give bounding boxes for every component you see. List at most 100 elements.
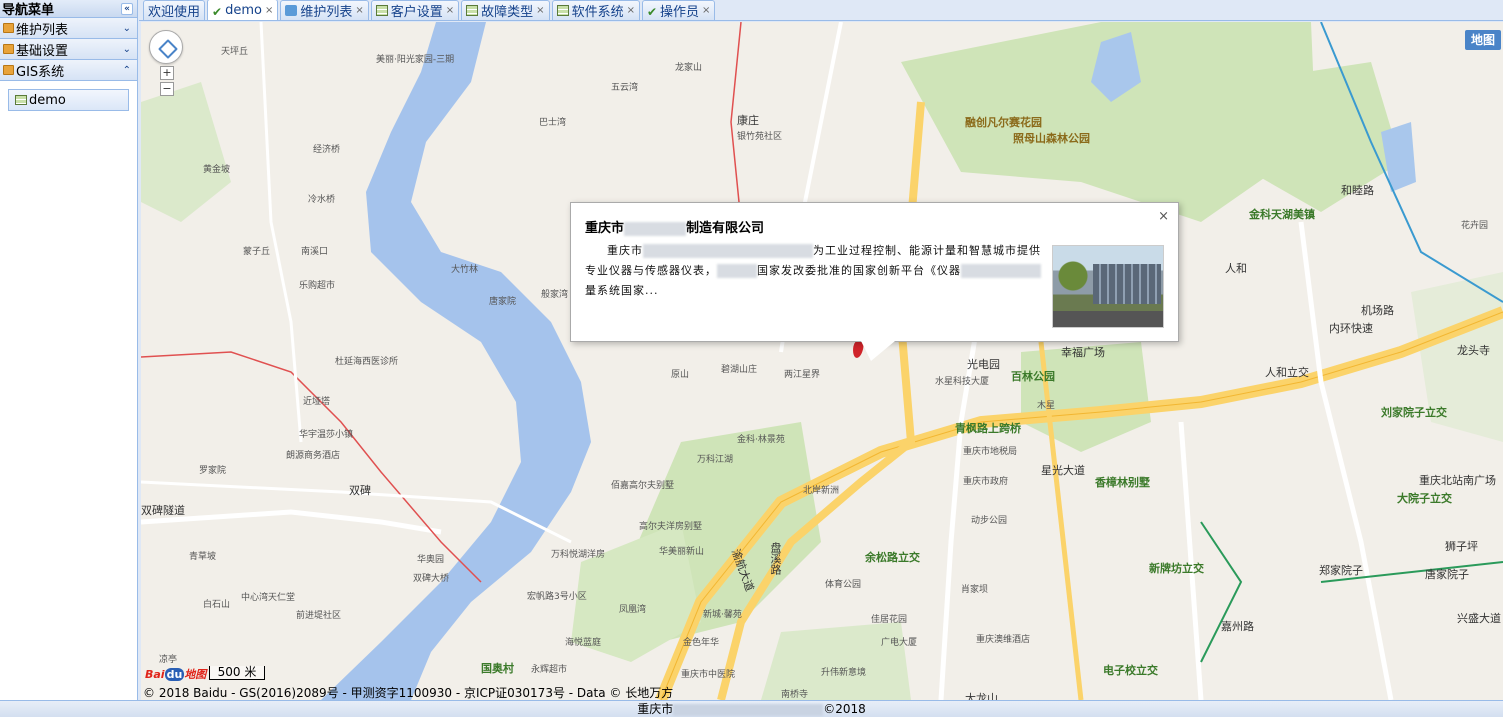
map-label: 宏帆路3号小区	[527, 592, 587, 602]
map-label: 人和	[1225, 262, 1247, 275]
map-label: 体育公园	[825, 580, 862, 590]
grid-icon	[466, 5, 479, 16]
sidebar-item-demo[interactable]: demo	[8, 89, 129, 111]
redacted-region	[643, 244, 813, 258]
map-label: 乐购超市	[299, 281, 336, 291]
map-label: 大龙山	[965, 692, 998, 700]
map-label: 刘家院子立交	[1381, 406, 1447, 419]
map-label: 新牌坊立交	[1149, 562, 1204, 575]
tab-software-systems[interactable]: 软件系统 ×	[551, 0, 640, 20]
chevron-down-icon: ⌄	[122, 43, 131, 55]
grid-icon	[556, 5, 569, 16]
folder-icon	[3, 44, 14, 54]
tab-label: 软件系统	[571, 5, 624, 20]
sidebar-section-maintenance[interactable]: 维护列表 ⌄	[0, 18, 137, 39]
map-label: 双碑大桥	[413, 574, 450, 584]
tab-label: demo	[225, 2, 262, 18]
close-icon[interactable]: ×	[1158, 209, 1169, 224]
sidebar-section-basic-settings[interactable]: 基础设置 ⌄	[0, 39, 137, 60]
map-label: 兴盛大道	[1457, 612, 1501, 625]
folder-icon	[3, 23, 14, 33]
map-label: 朗源商务酒店	[286, 451, 341, 461]
map-label: 凤凰湾	[619, 605, 647, 615]
map-label: 和睦路	[1341, 184, 1374, 197]
map-label: 凉亭	[159, 655, 178, 665]
sidebar-gis-body: demo	[0, 81, 137, 119]
sidebar-title: 导航菜单	[2, 3, 55, 18]
tab-label: 客户设置	[390, 5, 443, 20]
map-label: 两江星界	[784, 370, 821, 380]
map-label: 青枫路上跨桥	[955, 422, 1021, 435]
tab-label: 维护列表	[300, 5, 353, 20]
map-label: 内环快速	[1329, 322, 1373, 335]
map-label: 余松路立交	[865, 551, 920, 564]
close-icon[interactable]: ×	[446, 5, 454, 16]
map-label: 龙头寺	[1457, 344, 1490, 357]
map-label: 重庆市中医院	[681, 670, 736, 680]
close-icon[interactable]: ×	[627, 5, 635, 16]
map-label: 龙家山	[675, 63, 703, 73]
close-icon[interactable]: ×	[265, 5, 273, 16]
tab-maintenance-list[interactable]: 维护列表 ×	[280, 0, 369, 20]
map-label: 大竹林	[451, 265, 479, 275]
map-label: 万科江湖	[697, 455, 734, 465]
map-label: 重庆市地税局	[963, 447, 1018, 457]
sidebar-section-label: GIS系统	[16, 64, 65, 80]
map-label: 前进堤社区	[296, 611, 342, 621]
map-label: 青草坡	[189, 552, 217, 562]
close-icon[interactable]: ×	[536, 5, 544, 16]
map-label: 重庆市政府	[963, 477, 1009, 487]
map-label: 重庆澳维酒店	[976, 635, 1031, 645]
close-icon[interactable]: ×	[702, 5, 710, 16]
map-label: 南溪口	[301, 247, 329, 257]
desc-part: 量系统国家...	[585, 284, 659, 297]
map-label: 香樟林别墅	[1095, 476, 1150, 489]
map-label: 华美丽新山	[659, 547, 705, 557]
map-label: 照母山森林公园	[1013, 132, 1090, 145]
map-label: 唐家院	[489, 297, 517, 307]
tab-customer-settings[interactable]: 客户设置 ×	[370, 0, 460, 20]
map-type-button[interactable]: 地图	[1465, 30, 1501, 50]
map-label: 广电大厦	[881, 638, 918, 648]
title-suffix: 制造有限公司	[686, 221, 765, 236]
map-label: 融创凡尔赛花园	[965, 116, 1042, 129]
info-window-description: 重庆市 为工业过程控制、能源计量和智慧城市提供专业仪器与传感器仪表， 国家发改委批准…	[585, 241, 1045, 301]
map-label: 巴士湾	[539, 118, 567, 128]
sidebar-section-gis[interactable]: GIS系统 ⌃	[0, 60, 137, 81]
logo-text: Bai	[145, 668, 165, 681]
table-icon	[15, 95, 27, 105]
map-label: 光电园	[967, 358, 1000, 371]
map-label: 美丽·阳光家园-三期	[376, 55, 455, 65]
tab-operators[interactable]: ✔ 操作员 ×	[641, 0, 716, 20]
tab-welcome[interactable]: 欢迎使用	[143, 0, 206, 20]
map-label: 金科天湖美镇	[1249, 208, 1315, 221]
tab-fault-types[interactable]: 故障类型 ×	[461, 0, 550, 20]
redacted-region	[673, 703, 824, 716]
map-label: 罗家院	[199, 466, 227, 476]
redacted-region	[717, 264, 757, 278]
close-icon[interactable]: ×	[355, 5, 363, 16]
map-label: 佳居花园	[871, 615, 908, 625]
redacted-region	[961, 264, 1041, 278]
map-label: 永辉超市	[531, 665, 568, 675]
map-label: 银竹苑社区	[737, 132, 783, 142]
zoom-in-button[interactable]: +	[160, 66, 174, 80]
tab-demo[interactable]: ✔ demo ×	[207, 0, 279, 20]
desc-part: 重庆市	[607, 244, 643, 257]
zoom-out-button[interactable]: −	[160, 82, 174, 96]
map-label: 百林公园	[1011, 370, 1055, 383]
map-label: 幸福广场	[1061, 346, 1105, 359]
map-label: 佰嘉高尔夫别墅	[611, 481, 675, 491]
map-copyright: © 2018 Baidu - GS(2016)2089号 - 甲测资字11009…	[143, 686, 674, 700]
map-label: 原山	[671, 370, 690, 380]
pan-control-icon[interactable]	[149, 30, 183, 64]
tab-label: 故障类型	[481, 5, 534, 20]
check-icon: ✔	[646, 5, 658, 19]
info-window-tail	[861, 341, 895, 361]
map-label: 大院子立交	[1397, 492, 1452, 505]
grid-icon	[375, 5, 388, 16]
collapse-sidebar-icon[interactable]: «	[121, 2, 133, 15]
sidebar-header: 导航菜单 «	[0, 0, 137, 18]
map-label: 五云湾	[611, 83, 639, 93]
baidu-map[interactable]: 天坪丘 美丽·阳光家园-三期 黄金坡 经济桥 冷水桥 南溪口 蒙子丘 乐购超市 …	[141, 22, 1503, 700]
